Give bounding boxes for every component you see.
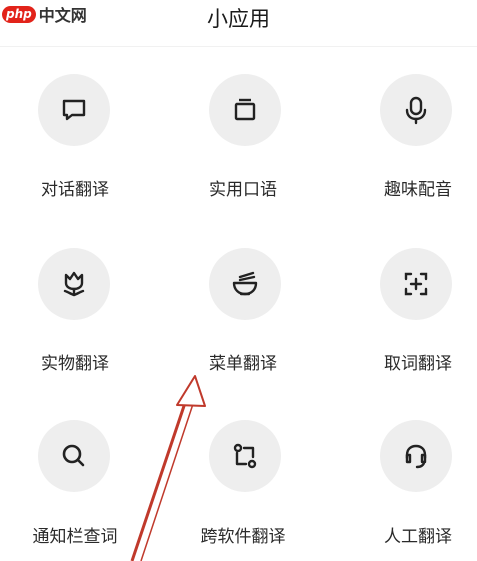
icon-button[interactable]	[380, 420, 452, 492]
icon-button[interactable]	[209, 420, 281, 492]
icon-button[interactable]	[209, 74, 281, 146]
app-label: 跨软件翻译	[200, 527, 286, 547]
app-label: 菜单翻译	[209, 354, 277, 374]
app-label: 实物翻译	[41, 354, 109, 374]
app-label: 通知栏查词	[32, 527, 118, 547]
icon-button[interactable]	[38, 420, 110, 492]
microphone-icon	[405, 96, 427, 125]
flower-icon	[63, 271, 85, 297]
app-label: 实用口语	[209, 180, 277, 200]
noodle-bowl-icon	[232, 271, 258, 296]
search-icon	[62, 444, 85, 467]
chat-bubble-icon	[62, 99, 86, 121]
app-label: 趣味配音	[384, 180, 452, 200]
icon-button[interactable]	[38, 74, 110, 146]
icon-button[interactable]	[209, 248, 281, 320]
route-icon	[233, 443, 257, 469]
headset-icon	[405, 444, 427, 469]
card-stack-icon	[234, 98, 256, 121]
app-grid: 对话翻译 实用口语 趣味配音 实物翻译 菜单翻译 取词翻译 通知栏查词 跨软件翻…	[0, 0, 477, 561]
scan-plus-icon	[404, 272, 428, 296]
app-label: 取词翻译	[384, 354, 452, 374]
app-label: 对话翻译	[41, 180, 109, 200]
icon-button[interactable]	[380, 74, 452, 146]
app-label: 人工翻译	[384, 527, 452, 547]
icon-button[interactable]	[380, 248, 452, 320]
icon-button[interactable]	[38, 248, 110, 320]
